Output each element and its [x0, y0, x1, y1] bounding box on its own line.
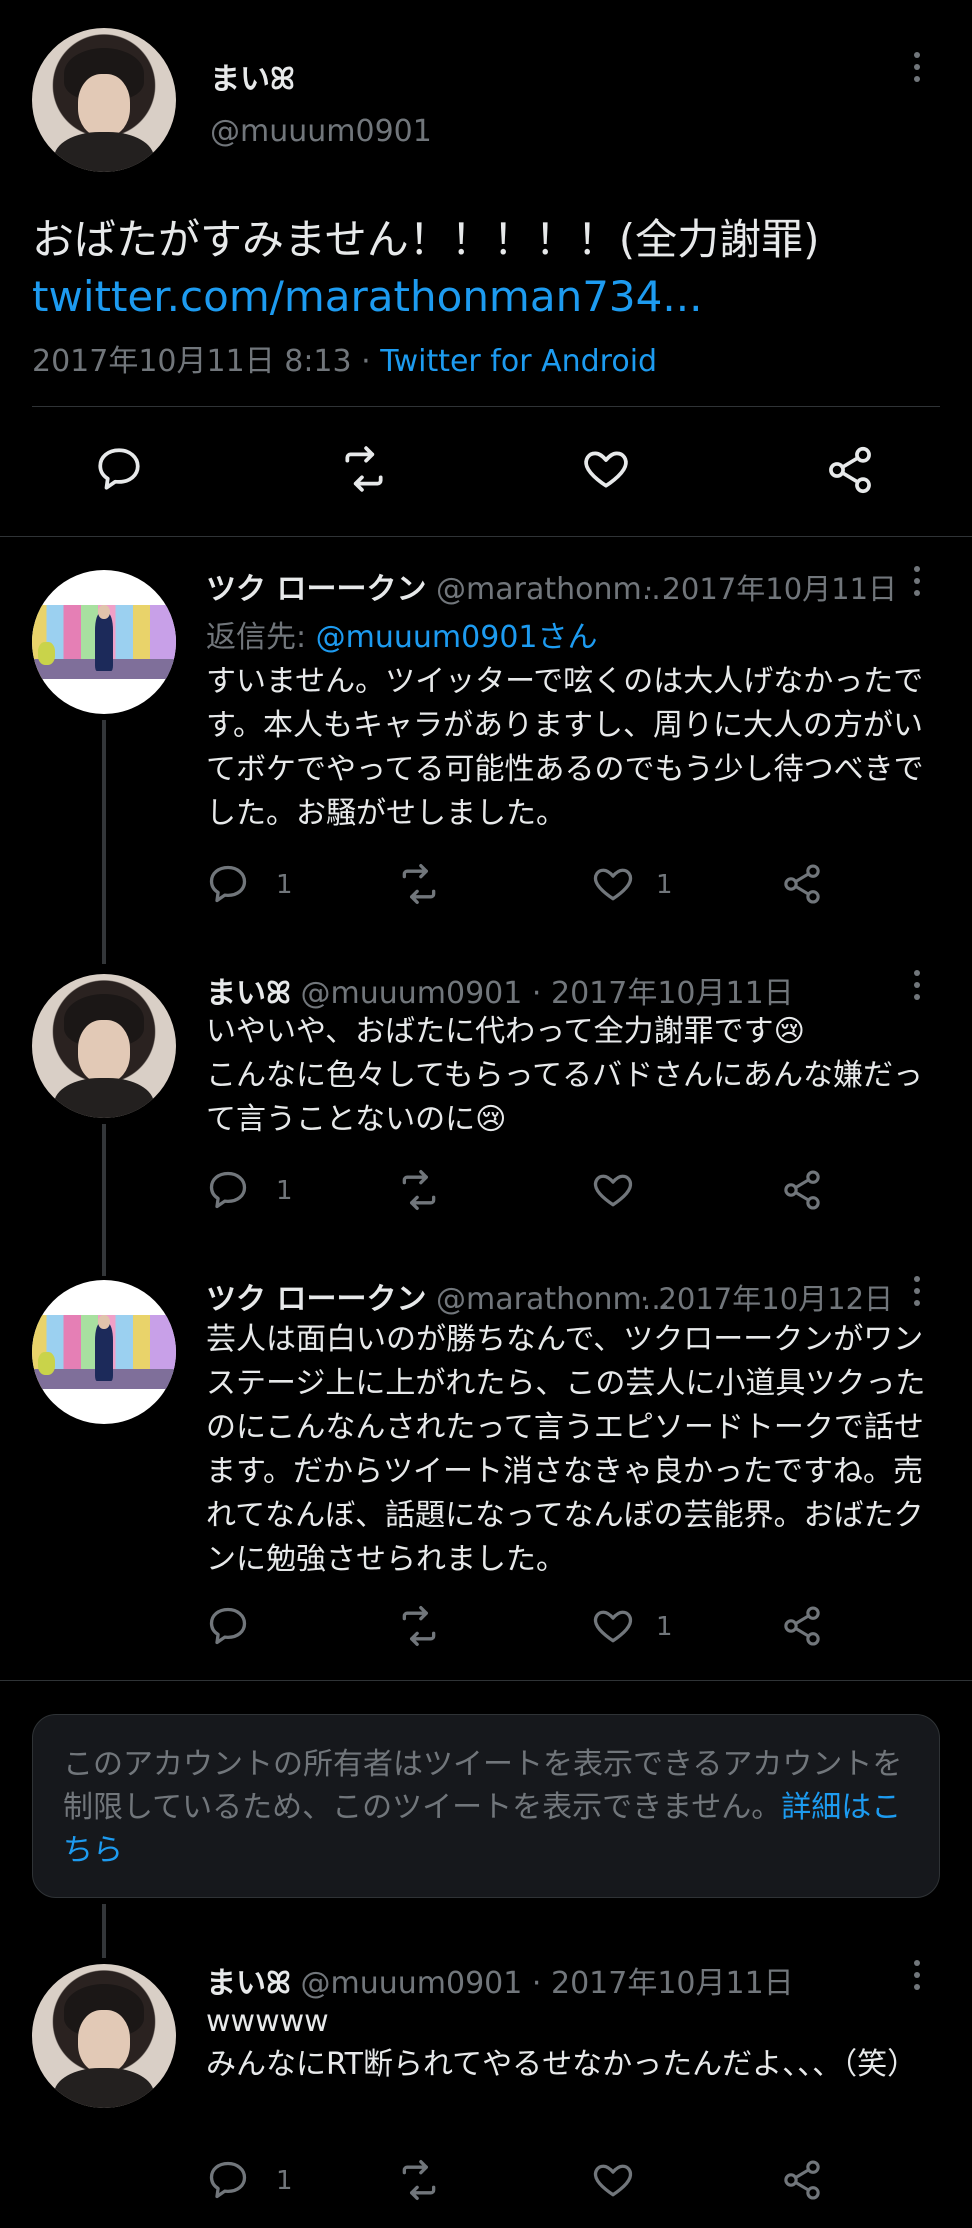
divider: [32, 406, 940, 407]
author-handle[interactable]: @marathonm...: [436, 572, 670, 607]
reply-header: ツク ローークン @marathonm...: [206, 1274, 670, 1318]
author-handle[interactable]: @marathonm...: [436, 1282, 670, 1317]
reply-text: すいません。ツイッターで呟くのは大人げなかったです。本人もキャラがありますし、周…: [206, 664, 924, 831]
restricted-tweet-notice: このアカウントの所有者はツイートを表示できるアカウントを制限しているため、このツ…: [32, 1714, 940, 1898]
reply-date[interactable]: · 2017年10月11日: [644, 566, 897, 608]
reply-text: wwwww みんなにRT断られてやるせなかったんだよ、、、（笑）: [206, 2004, 918, 2082]
like-count: 1: [656, 1612, 673, 1642]
tweet-link[interactable]: twitter.com/marathonman734...: [32, 272, 702, 321]
tweet-text: おばたがすみません！！！！！(全力謝罪): [32, 215, 820, 264]
avatar[interactable]: [32, 570, 176, 714]
more-icon[interactable]: [914, 566, 922, 602]
reply-icon[interactable]: [206, 1604, 250, 1648]
more-icon[interactable]: [914, 1960, 922, 1996]
like-icon[interactable]: [590, 1168, 636, 1212]
reply-header: まいꕤ @muuum0901 · 2017年10月11日: [206, 968, 794, 1012]
divider: [0, 536, 972, 537]
reply-icon[interactable]: [206, 1168, 250, 1212]
reply-count: 1: [276, 2166, 293, 2196]
avatar[interactable]: [32, 1964, 176, 2108]
more-icon[interactable]: [914, 52, 922, 88]
author-name[interactable]: ツク ローークン: [206, 1282, 426, 1317]
reply-icon[interactable]: [206, 2158, 250, 2202]
reply-date[interactable]: · 2017年10月11日: [532, 1966, 794, 2001]
share-icon[interactable]: [780, 1604, 824, 1648]
like-icon[interactable]: [590, 1604, 636, 1648]
share-icon[interactable]: [780, 2158, 824, 2202]
reply-icon[interactable]: [94, 444, 144, 494]
divider: [0, 1680, 972, 1681]
reply-header: まいꕤ @muuum0901 · 2017年10月11日: [206, 1958, 794, 2002]
reply-date[interactable]: · 2017年10月11日: [532, 976, 794, 1011]
like-count: 1: [656, 870, 673, 900]
reply-to-link[interactable]: @muuum0901さん: [316, 620, 598, 655]
like-icon[interactable]: [580, 444, 632, 494]
retweet-icon[interactable]: [394, 1168, 444, 1212]
avatar[interactable]: [32, 1280, 176, 1424]
thread-line: [102, 1124, 106, 1276]
tweet-client[interactable]: Twitter for Android: [380, 344, 657, 379]
author-name[interactable]: ツク ローークン: [206, 572, 426, 607]
tweet-timestamp: 2017年10月11日 8:13 ·: [32, 344, 381, 379]
retweet-icon[interactable]: [336, 444, 392, 494]
share-icon[interactable]: [780, 862, 824, 906]
author-handle[interactable]: @muuum0901: [301, 976, 523, 1011]
more-icon[interactable]: [914, 1276, 922, 1312]
author-handle[interactable]: @muuum0901: [301, 1966, 523, 2001]
thread-line: [102, 720, 106, 964]
share-icon[interactable]: [824, 444, 876, 496]
reply-header: ツク ローークン @marathonm...: [206, 564, 670, 608]
author-name[interactable]: まいꕤ: [206, 1966, 291, 2001]
retweet-icon[interactable]: [394, 1604, 444, 1648]
author-handle[interactable]: @muuum0901: [210, 114, 432, 149]
author-name[interactable]: まいꕤ: [210, 54, 295, 98]
reply-text: 芸人は面白いのが勝ちなんで、ツクローークンがワンステージ上に上がれたら、この芸人…: [206, 1322, 926, 1577]
avatar[interactable]: [32, 28, 176, 172]
reply-date[interactable]: · 2017年10月12日: [640, 1276, 893, 1318]
tweet-meta: 2017年10月11日 8:13 · Twitter for Android: [32, 336, 657, 380]
share-icon[interactable]: [780, 1168, 824, 1212]
like-icon[interactable]: [590, 862, 636, 906]
like-icon[interactable]: [590, 2158, 636, 2202]
retweet-icon[interactable]: [394, 2158, 444, 2202]
avatar[interactable]: [32, 974, 176, 1118]
reply-to: 返信先: @muuum0901さん: [206, 620, 598, 655]
author-name[interactable]: まいꕤ: [206, 976, 291, 1011]
notice-text: このアカウントの所有者はツイートを表示できるアカウントを制限しているため、このツ…: [63, 1747, 903, 1868]
reply-count: 1: [276, 1176, 293, 1206]
retweet-icon[interactable]: [394, 862, 444, 906]
thread-line: [102, 1904, 106, 1958]
more-icon[interactable]: [914, 970, 922, 1006]
reply-count: 1: [276, 870, 293, 900]
reply-icon[interactable]: [206, 862, 250, 906]
reply-text: いやいや、おばたに代わって全力謝罪です😢 こんなに色々してもらってるバドさんにあ…: [206, 1014, 923, 1137]
